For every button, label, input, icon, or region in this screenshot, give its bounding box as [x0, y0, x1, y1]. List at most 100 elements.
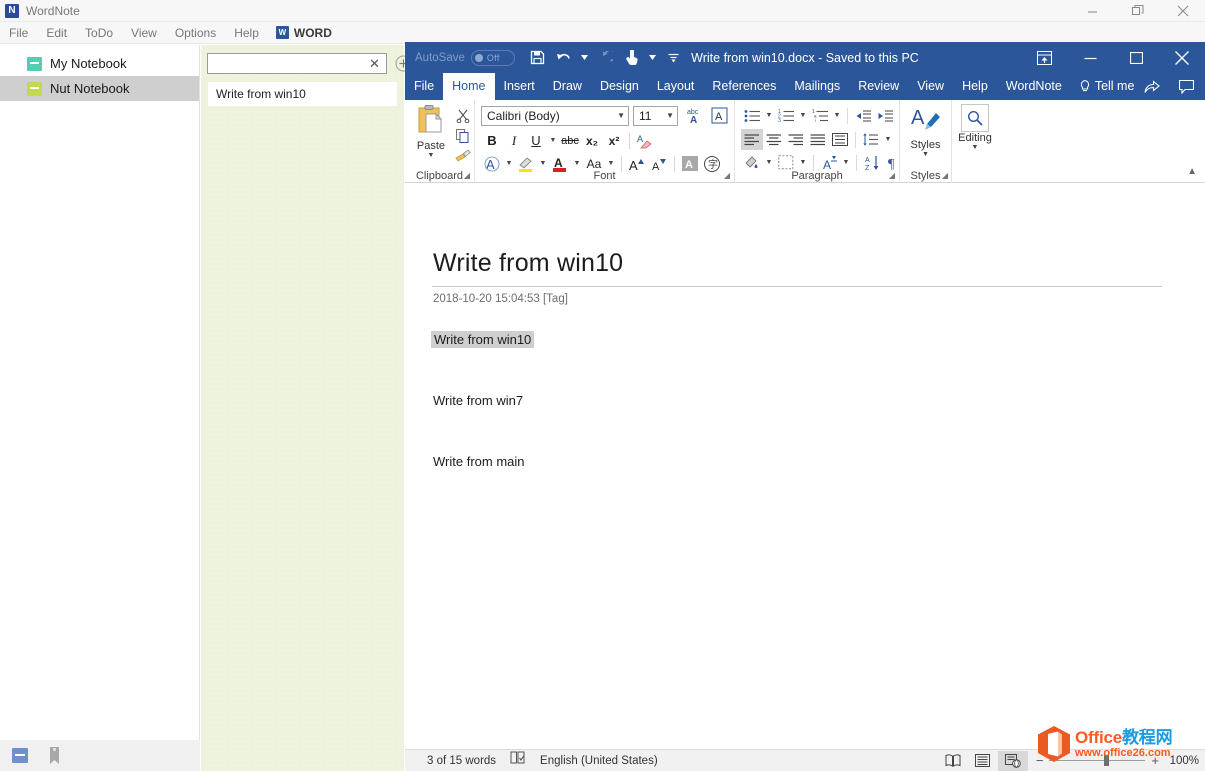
menu-view[interactable]: View: [122, 22, 166, 44]
undo-dropdown-icon[interactable]: [577, 45, 593, 71]
tab-mailings[interactable]: Mailings: [785, 73, 849, 100]
tab-file[interactable]: File: [405, 73, 443, 100]
wordnote-restore-button[interactable]: [1115, 0, 1160, 22]
decrease-indent-button[interactable]: [852, 105, 874, 126]
tab-references[interactable]: References: [703, 73, 785, 100]
tab-layout[interactable]: Layout: [648, 73, 704, 100]
autosave-switch[interactable]: Off: [471, 50, 515, 66]
menu-options[interactable]: Options: [166, 22, 225, 44]
paragraph-dialog-launcher[interactable]: ◢: [889, 171, 895, 180]
zoom-control[interactable]: − + 100%: [1028, 753, 1199, 768]
line-spacing-dropdown-icon[interactable]: ▼: [882, 129, 894, 150]
paste-button[interactable]: Paste ▼: [410, 104, 452, 159]
multilevel-list-button[interactable]: 1 a i: [809, 105, 831, 126]
menu-help[interactable]: Help: [225, 22, 268, 44]
notebook-item-nut-notebook[interactable]: Nut Notebook: [0, 76, 199, 101]
phonetic-guide-button[interactable]: abc A: [682, 105, 704, 126]
underline-dropdown-icon[interactable]: ▼: [547, 130, 559, 151]
menu-file[interactable]: File: [0, 22, 37, 44]
tell-me-box[interactable]: Tell me: [1071, 73, 1144, 100]
subscript-button[interactable]: x₂: [581, 130, 603, 151]
word-minimize-button[interactable]: [1067, 42, 1113, 73]
wordnote-minimize-button[interactable]: [1070, 0, 1115, 22]
zoom-out-button[interactable]: −: [1036, 753, 1044, 768]
editing-button[interactable]: Editing ▼: [952, 104, 998, 151]
tab-review[interactable]: Review: [849, 73, 908, 100]
numbering-button[interactable]: 1 2 3: [775, 105, 797, 126]
note-list-item[interactable]: Write from win10: [208, 82, 397, 106]
document-canvas[interactable]: Write from win10 2018-10-20 15:04:53 [Ta…: [405, 183, 1205, 750]
character-border-button[interactable]: A: [708, 105, 730, 126]
wordnote-close-button[interactable]: [1160, 0, 1205, 22]
editing-dropdown-icon[interactable]: ▼: [952, 144, 998, 151]
line-spacing-button[interactable]: [860, 129, 882, 150]
zoom-level[interactable]: 100%: [1165, 755, 1199, 767]
paste-dropdown-icon[interactable]: ▼: [410, 152, 452, 159]
styles-dialog-launcher[interactable]: ◢: [942, 171, 948, 180]
word-count[interactable]: 3 of 15 words: [427, 755, 496, 767]
touch-mode-dropdown-icon[interactable]: [645, 45, 661, 71]
read-mode-icon[interactable]: [938, 751, 968, 771]
font-name-combobox[interactable]: Calibri (Body) ▼: [481, 106, 629, 126]
font-size-combobox[interactable]: 11 ▼: [633, 106, 678, 126]
undo-icon[interactable]: [551, 45, 577, 71]
redo-icon[interactable]: [593, 45, 619, 71]
align-left-button[interactable]: [741, 129, 763, 150]
italic-button[interactable]: I: [503, 130, 525, 151]
tab-home[interactable]: Home: [443, 73, 494, 100]
search-input[interactable]: [212, 56, 367, 70]
justify-button[interactable]: [807, 129, 829, 150]
proofing-errors-icon[interactable]: [510, 751, 526, 770]
numbering-dropdown-icon[interactable]: ▼: [797, 105, 809, 126]
word-close-button[interactable]: [1159, 42, 1205, 73]
bullets-dropdown-icon[interactable]: ▼: [763, 105, 775, 126]
multilevel-dropdown-icon[interactable]: ▼: [831, 105, 843, 126]
share-icon[interactable]: [1137, 73, 1167, 100]
tab-insert[interactable]: Insert: [495, 73, 544, 100]
tag-icon[interactable]: [48, 747, 61, 764]
styles-dropdown-icon[interactable]: ▼: [900, 151, 951, 158]
cut-button[interactable]: [453, 106, 473, 126]
clear-search-icon[interactable]: ✕: [367, 57, 382, 70]
chevron-down-icon[interactable]: ▼: [658, 111, 674, 120]
format-painter-button[interactable]: [453, 146, 473, 166]
language-indicator[interactable]: English (United States): [540, 755, 658, 767]
touch-mode-icon[interactable]: [619, 45, 645, 71]
underline-button[interactable]: U: [525, 130, 547, 151]
zoom-in-button[interactable]: +: [1151, 753, 1159, 768]
print-layout-icon[interactable]: [968, 751, 998, 771]
distributed-align-button[interactable]: [829, 129, 851, 150]
autosave-toggle-group[interactable]: AutoSave Off: [415, 50, 515, 66]
tab-wordnote[interactable]: WordNote: [997, 73, 1071, 100]
zoom-slider[interactable]: [1049, 760, 1145, 761]
increase-indent-button[interactable]: [874, 105, 896, 126]
font-dialog-launcher[interactable]: ◢: [724, 171, 730, 180]
menu-todo[interactable]: ToDo: [76, 22, 122, 44]
customize-qat-icon[interactable]: [661, 45, 687, 71]
tab-help[interactable]: Help: [953, 73, 997, 100]
notebook-item-my-notebook[interactable]: My Notebook: [0, 51, 199, 76]
bullets-button[interactable]: [741, 105, 763, 126]
bold-button[interactable]: B: [481, 130, 503, 151]
chevron-down-icon[interactable]: ▼: [609, 111, 625, 120]
web-layout-icon[interactable]: [998, 751, 1028, 771]
search-box[interactable]: ✕: [207, 53, 387, 74]
ribbon-display-options-icon[interactable]: [1021, 42, 1067, 73]
superscript-button[interactable]: x²: [603, 130, 625, 151]
styles-button[interactable]: A Styles ▼: [900, 104, 951, 158]
align-center-button[interactable]: [763, 129, 785, 150]
new-notebook-icon[interactable]: [12, 748, 28, 763]
clipboard-dialog-launcher[interactable]: ◢: [464, 171, 470, 180]
tab-design[interactable]: Design: [591, 73, 648, 100]
save-icon[interactable]: [525, 45, 551, 71]
comments-icon[interactable]: [1171, 73, 1201, 100]
zoom-slider-handle[interactable]: [1104, 755, 1109, 766]
menu-edit[interactable]: Edit: [37, 22, 76, 44]
collapse-ribbon-icon[interactable]: ▲: [1187, 166, 1197, 177]
word-maximize-button[interactable]: [1113, 42, 1159, 73]
strikethrough-button[interactable]: abc: [559, 130, 581, 151]
tab-view[interactable]: View: [908, 73, 953, 100]
clear-formatting-button[interactable]: A: [634, 130, 656, 151]
tab-draw[interactable]: Draw: [544, 73, 591, 100]
align-right-button[interactable]: [785, 129, 807, 150]
